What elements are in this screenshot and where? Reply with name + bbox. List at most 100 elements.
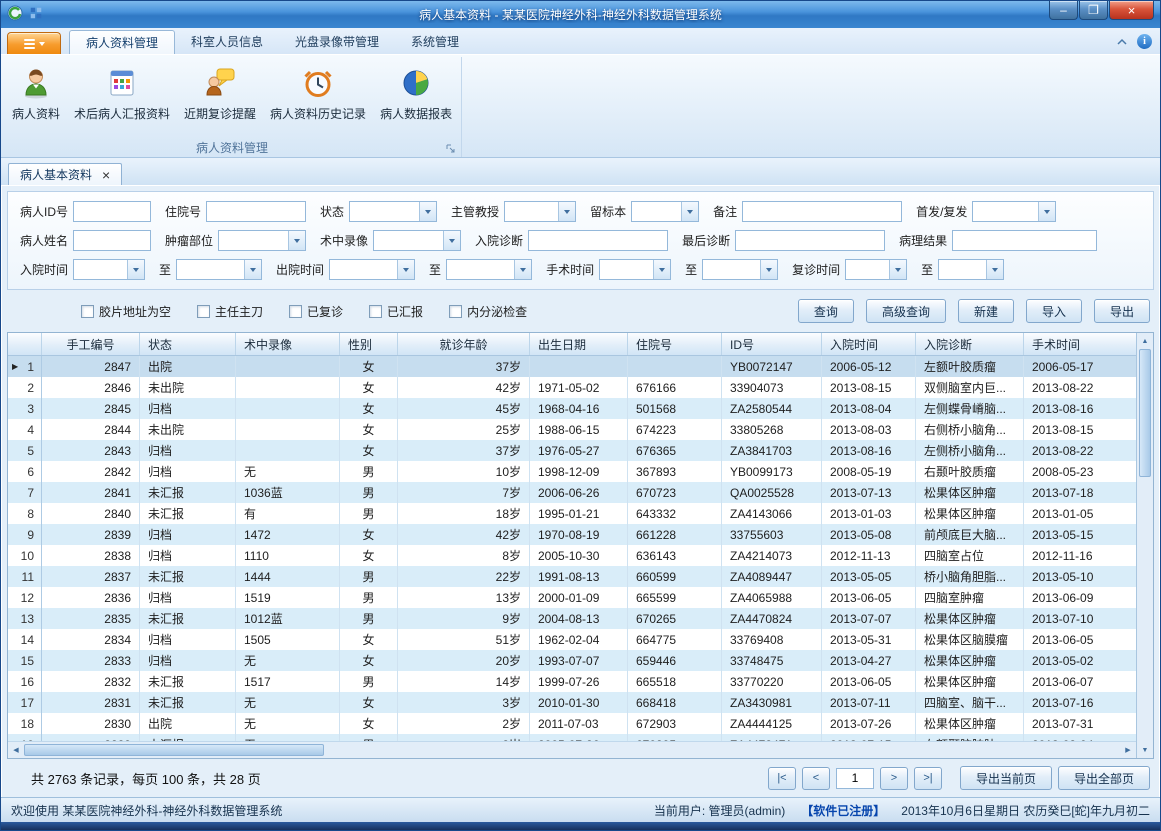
ribbon-button-history-records[interactable]: 病人资料历史记录 — [263, 60, 373, 126]
quick-access-icon[interactable] — [29, 6, 43, 23]
grid-row[interactable]: 152833归档无女20岁1993-07-0765944633748475201… — [8, 650, 1136, 671]
grid-row[interactable]: 72841未汇报1036蓝男7岁2006-06-26670723QA002552… — [8, 482, 1136, 503]
status-combobox[interactable] — [349, 201, 437, 222]
new-button[interactable]: 新建 — [958, 299, 1014, 323]
export-all-pages-button[interactable]: 导出全部页 — [1058, 766, 1150, 790]
grid-row[interactable]: 42844未出院女25岁1988-06-15674223338052682013… — [8, 419, 1136, 440]
horizontal-scroll-thumb[interactable] — [24, 744, 324, 756]
first-page-button[interactable]: |< — [768, 767, 796, 790]
collapse-ribbon-icon[interactable] — [1117, 38, 1127, 46]
surgery-video-combobox[interactable] — [373, 230, 461, 251]
column-header-admission-date[interactable]: 入院时间 — [822, 333, 916, 355]
grid-row[interactable]: 192829未汇报无男8岁2005-07-26670895ZA447847120… — [8, 734, 1136, 741]
query-button[interactable]: 查询 — [798, 299, 854, 323]
chevron-down-icon[interactable] — [986, 260, 1003, 279]
pathology-result-input[interactable] — [952, 230, 1097, 251]
column-header-visit-age[interactable]: 就诊年龄 — [398, 333, 530, 355]
close-button[interactable]: × — [1109, 1, 1154, 20]
grid-row[interactable]: 172831未汇报无女3岁2010-01-30668418ZA343098120… — [8, 692, 1136, 713]
chevron-down-icon[interactable] — [244, 260, 261, 279]
app-menu-button[interactable] — [7, 32, 61, 54]
info-icon[interactable]: i — [1137, 34, 1152, 49]
first-or-recurrence-combobox[interactable] — [972, 201, 1056, 222]
next-page-button[interactable]: > — [880, 767, 908, 790]
vertical-scrollbar[interactable]: ▲ ▼ — [1136, 333, 1153, 758]
admission-diagnosis-input[interactable] — [528, 230, 668, 251]
admission-date-to-combobox[interactable] — [176, 259, 262, 280]
grid-row[interactable]: 142834归档1505女51岁1962-02-0466477533769408… — [8, 629, 1136, 650]
column-header-status[interactable]: 状态 — [140, 333, 236, 355]
grid-row[interactable]: 52843归档女37岁1976-05-27676365ZA38417032013… — [8, 440, 1136, 461]
horizontal-scrollbar[interactable]: ◀ ▶ — [8, 741, 1136, 758]
grid-row[interactable]: 92839归档1472女42岁1970-08-19661228337556032… — [8, 524, 1136, 545]
revisit-date-from-combobox[interactable] — [845, 259, 907, 280]
checkbox-revisited[interactable]: 已复诊 — [289, 303, 343, 320]
advanced-query-button[interactable]: 高级查询 — [866, 299, 946, 323]
remark-input[interactable] — [742, 201, 902, 222]
tab-patient-basic-info[interactable]: 病人基本资料 × — [8, 163, 122, 185]
ribbon-tab-staff-info[interactable]: 科室人员信息 — [175, 30, 279, 54]
ribbon-tab-patient-data-mgmt[interactable]: 病人资料管理 — [69, 30, 175, 54]
scroll-up-icon[interactable]: ▲ — [1137, 333, 1153, 349]
ribbon-tab-disc-tape-mgmt[interactable]: 光盘录像带管理 — [279, 30, 395, 54]
checkbox-endocrine-exam[interactable]: 内分泌检查 — [449, 303, 527, 320]
chevron-down-icon[interactable] — [514, 260, 531, 279]
admission-no-input[interactable] — [206, 201, 306, 222]
chevron-down-icon[interactable] — [760, 260, 777, 279]
column-header-gender[interactable]: 性别 — [340, 333, 398, 355]
ribbon-tab-system-mgmt[interactable]: 系统管理 — [395, 30, 475, 54]
grid-row[interactable]: 62842归档无男10岁1998-12-09367893YB0099173200… — [8, 461, 1136, 482]
specimen-combobox[interactable] — [631, 201, 699, 222]
chevron-down-icon[interactable] — [558, 202, 575, 221]
grid-row[interactable]: 112837未汇报1444男22岁1991-08-13660599ZA40894… — [8, 566, 1136, 587]
grid-row[interactable]: 82840未汇报有男18岁1995-01-21643332ZA414306620… — [8, 503, 1136, 524]
checkbox-film-address-empty[interactable]: 胶片地址为空 — [81, 303, 171, 320]
ribbon-button-data-report[interactable]: 病人数据报表 — [373, 60, 459, 126]
discharge-date-from-combobox[interactable] — [329, 259, 415, 280]
chevron-down-icon[interactable] — [443, 231, 460, 250]
chevron-down-icon[interactable] — [419, 202, 436, 221]
chevron-down-icon[interactable] — [397, 260, 414, 279]
grid-row[interactable]: ▶12847出院女37岁YB00721472006-05-12左额叶胶质瘤200… — [8, 356, 1136, 377]
grid-row[interactable]: 122836归档1519男13岁2000-01-09665599ZA406598… — [8, 587, 1136, 608]
column-header-surgery-video[interactable]: 术中录像 — [236, 333, 340, 355]
last-page-button[interactable]: >| — [914, 767, 942, 790]
column-header-birth-date[interactable]: 出生日期 — [530, 333, 628, 355]
discharge-date-to-combobox[interactable] — [446, 259, 532, 280]
ribbon-button-patient-data[interactable]: 病人资料 — [5, 60, 67, 126]
vertical-scroll-thumb[interactable] — [1139, 349, 1151, 477]
patient-id-no-input[interactable] — [73, 201, 151, 222]
minimize-button[interactable]: – — [1049, 1, 1078, 20]
grid-row[interactable]: 22846未出院女42岁1971-05-02676166339040732013… — [8, 377, 1136, 398]
scroll-down-icon[interactable]: ▼ — [1137, 742, 1153, 758]
column-header-admission-diagnosis[interactable]: 入院诊断 — [916, 333, 1024, 355]
ribbon-button-revisit-reminder[interactable]: 近期复诊提醒 — [177, 60, 263, 126]
scroll-right-icon[interactable]: ▶ — [1120, 742, 1136, 758]
admission-date-from-combobox[interactable] — [73, 259, 145, 280]
chevron-down-icon[interactable] — [653, 260, 670, 279]
final-diagnosis-input[interactable] — [735, 230, 885, 251]
tumor-site-combobox[interactable] — [218, 230, 306, 251]
chevron-down-icon[interactable] — [889, 260, 906, 279]
chevron-down-icon[interactable] — [127, 260, 144, 279]
tab-close-icon[interactable]: × — [102, 168, 110, 182]
grid-row[interactable]: 182830出院无女2岁2011-07-03672903ZA4444125201… — [8, 713, 1136, 734]
chevron-down-icon[interactable] — [681, 202, 698, 221]
prev-page-button[interactable]: < — [802, 767, 830, 790]
patient-name-input[interactable] — [73, 230, 151, 251]
grid-row[interactable]: 102838归档1110女8岁2005-10-30636143ZA4214073… — [8, 545, 1136, 566]
column-header-manual-no[interactable]: 手工编号 — [42, 333, 140, 355]
maximize-button[interactable]: ❐ — [1079, 1, 1108, 20]
grid-row[interactable]: 32845归档女45岁1968-04-16501568ZA25805442013… — [8, 398, 1136, 419]
page-number-input[interactable] — [836, 768, 874, 789]
checkbox-reported[interactable]: 已汇报 — [369, 303, 423, 320]
scroll-left-icon[interactable]: ◀ — [8, 742, 24, 758]
export-current-page-button[interactable]: 导出当前页 — [960, 766, 1052, 790]
grid-row[interactable]: 132835未汇报1012蓝男9岁2004-08-13670265ZA44708… — [8, 608, 1136, 629]
surgery-date-from-combobox[interactable] — [599, 259, 671, 280]
surgery-date-to-combobox[interactable] — [702, 259, 778, 280]
dialog-launcher-icon[interactable] — [446, 144, 456, 154]
checkbox-director-surgeon[interactable]: 主任主刀 — [197, 303, 263, 320]
registration-status[interactable]: 【软件已注册】 — [801, 802, 885, 819]
import-button[interactable]: 导入 — [1026, 299, 1082, 323]
